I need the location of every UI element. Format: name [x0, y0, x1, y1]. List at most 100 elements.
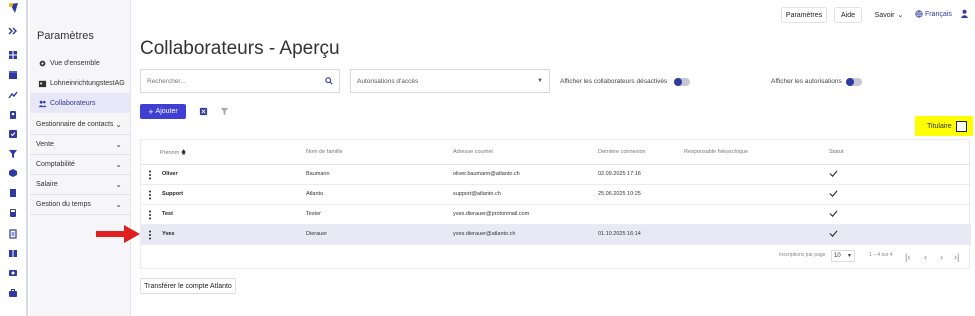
column-label: Prénom — [160, 150, 180, 156]
transfer-account-button[interactable]: Transférer le compte Atlanto — [140, 278, 236, 294]
last-page-icon[interactable]: ›| — [954, 252, 959, 262]
titulaire-checkbox[interactable] — [955, 120, 967, 132]
row-menu-icon[interactable] — [148, 190, 152, 200]
sidebar-group-label: Vente — [36, 141, 54, 148]
titulaire-filter[interactable]: Titulaire — [915, 116, 973, 136]
sort-arrow-icon: 🡅 — [180, 150, 187, 156]
calculator-icon[interactable] — [8, 208, 18, 218]
toggle-deactivated[interactable] — [674, 78, 690, 86]
contacts-icon[interactable] — [8, 110, 18, 120]
rows-per-page-label: Inscriptions par page — [779, 252, 826, 258]
settings-sidebar: Paramètres Vue d'ensemble Lohneinrichtun… — [30, 0, 131, 316]
access-select-value: Autorisations d'accès — [357, 77, 419, 85]
toggle-permissions[interactable] — [846, 78, 862, 86]
column-header-manager[interactable]: Responsable hiérarchique — [684, 149, 748, 155]
sidebar-title: Paramètres — [37, 30, 94, 42]
row-menu-icon[interactable] — [148, 170, 152, 180]
book-icon[interactable] — [8, 248, 18, 258]
package-icon[interactable] — [8, 168, 18, 178]
table-row[interactable]: Support Atlanto support@atlanto.ch 25.06… — [141, 185, 971, 205]
expand-icon[interactable] — [8, 26, 18, 36]
cell-prenom: Oliver — [162, 171, 178, 177]
cell-prenom: Test — [162, 211, 173, 217]
column-header-prenom[interactable]: Prénom 🡅 — [160, 149, 186, 158]
column-header-email[interactable]: Adresse courriel — [453, 149, 493, 155]
document-icon[interactable] — [8, 188, 18, 198]
store-icon[interactable] — [8, 70, 18, 80]
cell-email: support@atlanto.ch — [453, 191, 501, 197]
toggle-knob — [674, 78, 682, 86]
cell-email: yves.dierauer@atlanto.ch — [453, 231, 516, 237]
dropdown-arrow-icon: ▼ — [537, 78, 543, 84]
row-menu-icon[interactable] — [148, 210, 152, 220]
table-row[interactable]: Test Tester yves.dierauer@protonmail.com — [141, 205, 971, 225]
cell-email: yves.dierauer@protonmail.com — [453, 211, 530, 217]
savoir-dropdown[interactable]: Savoir ⌄ — [869, 7, 909, 23]
settings-button[interactable]: Paramètres — [781, 7, 827, 23]
column-header-status[interactable]: Statut — [829, 149, 843, 155]
next-page-icon[interactable]: › — [940, 252, 943, 262]
first-page-icon[interactable]: |‹ — [905, 252, 910, 262]
search-input[interactable] — [147, 77, 325, 85]
sidebar-item-label: Vue d'ensemble — [50, 59, 100, 67]
user-icon[interactable] — [960, 9, 969, 18]
cell-nom: Baumann — [306, 171, 330, 177]
users-icon — [38, 99, 47, 108]
payroll-icon[interactable] — [8, 268, 18, 278]
chevron-down-icon: ⌄ — [115, 120, 122, 129]
sidebar-group-contacts[interactable]: Gestionnaire de contacts ⌄ — [30, 115, 130, 135]
sidebar-group-vente[interactable]: Vente ⌄ — [30, 135, 130, 155]
sidebar-group-salaire[interactable]: Salaire ⌄ — [30, 175, 130, 195]
cell-nom: Atlanto — [306, 191, 324, 197]
language-label: Français — [925, 10, 952, 18]
tasks-icon[interactable] — [8, 129, 18, 139]
toggle-deactivated-label: Afficher les collaborateurs désactivés — [560, 78, 668, 85]
row-menu-icon[interactable] — [148, 230, 152, 240]
sidebar-item-collaborateurs[interactable]: Collaborateurs — [30, 93, 130, 113]
table-row[interactable]: Yves Dierauer yves.dierauer@atlanto.ch 0… — [141, 225, 971, 245]
sidebar-item-label: LohneinrichtungstestAG — [50, 79, 125, 87]
cell-prenom: Support — [162, 191, 184, 197]
dashboard-icon[interactable] — [8, 50, 18, 60]
briefcase-icon[interactable] — [8, 288, 18, 298]
status-check-icon — [829, 230, 838, 237]
search-icon[interactable] — [325, 77, 333, 85]
sidebar-group-label: Gestionnaire de contacts — [36, 121, 114, 128]
chevron-down-icon: ⌄ — [115, 200, 122, 209]
building-icon — [38, 79, 47, 88]
help-button[interactable]: Aide — [834, 7, 862, 23]
sidebar-group-label: Comptabilité — [36, 161, 75, 168]
app-icon-rail — [0, 0, 28, 316]
cell-last-login: 01.10.2025 16:14 — [598, 231, 641, 237]
sidebar-item-overview[interactable]: Vue d'ensemble — [30, 53, 130, 73]
chevron-down-icon: ⌄ — [115, 160, 122, 169]
table-row[interactable]: Oliver Baumann oliver.baumann@atlanto.ch… — [141, 165, 971, 185]
access-permissions-select[interactable]: Autorisations d'accès ▼ — [350, 69, 550, 93]
sidebar-group-temps[interactable]: Gestion du temps ⌄ — [30, 195, 130, 215]
page-title: Collaborateurs - Aperçu — [140, 38, 340, 59]
status-check-icon — [829, 190, 838, 197]
app-logo-icon[interactable] — [8, 2, 20, 14]
sidebar-group-comptabilite[interactable]: Comptabilité ⌄ — [30, 155, 130, 175]
column-header-nom[interactable]: Nom de famille — [306, 149, 343, 155]
plus-icon: + — [148, 106, 154, 117]
filter-icon[interactable] — [8, 149, 18, 159]
search-field[interactable] — [140, 69, 340, 93]
previous-page-icon[interactable]: ‹ — [924, 252, 927, 262]
pagination-range: 1 – 4 sur 4 — [869, 252, 893, 258]
cell-nom: Dierauer — [306, 231, 328, 237]
add-button[interactable]: + Ajouter — [140, 104, 186, 119]
excel-export-icon[interactable] — [199, 107, 208, 116]
table-header: Prénom 🡅 Nom de famille Adresse courriel… — [141, 140, 971, 165]
savoir-label: Savoir — [874, 11, 895, 19]
filter-icon[interactable] — [220, 107, 229, 116]
chevron-down-icon: ⌄ — [115, 180, 122, 189]
sidebar-item-label: Collaborateurs — [50, 99, 96, 107]
sidebar-item-company[interactable]: LohneinrichtungstestAG — [30, 73, 130, 93]
rows-per-page-select[interactable]: 10 ▼ — [831, 250, 855, 262]
red-arrow-annotation — [96, 225, 140, 243]
column-header-last-login[interactable]: Dernière connexion — [598, 149, 646, 155]
trend-icon[interactable] — [8, 90, 18, 100]
language-selector[interactable]: Français — [915, 10, 952, 18]
invoice-icon[interactable] — [8, 229, 18, 239]
